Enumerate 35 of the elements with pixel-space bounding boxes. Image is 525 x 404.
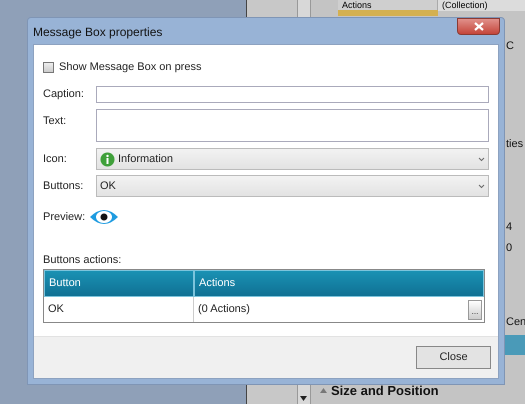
info-icon <box>100 152 115 166</box>
scroll-down-icon[interactable] <box>300 396 307 401</box>
property-value: 4 <box>506 220 512 235</box>
field-label: Buttons: <box>43 178 84 194</box>
checkbox[interactable] <box>43 62 54 72</box>
column-header: Button <box>44 270 194 297</box>
table-cell: OK <box>44 297 194 322</box>
ellipsis-button[interactable]: ... <box>468 300 482 320</box>
caption-field[interactable] <box>96 86 489 102</box>
chevron-down-icon <box>478 184 485 188</box>
table-cell-text: (0 Actions) <box>198 302 250 318</box>
property-value: C <box>506 39 514 54</box>
section-label: Buttons actions: <box>43 253 122 267</box>
section-header[interactable]: Size and Position <box>331 381 439 400</box>
property-value: (Collection) <box>438 0 525 11</box>
icon-dropdown[interactable]: Information <box>96 148 489 170</box>
buttons-dropdown[interactable]: OK <box>96 175 489 197</box>
field-label: Text: <box>43 114 68 129</box>
highlight-row <box>505 335 525 355</box>
field-label: Caption: <box>43 86 85 102</box>
close-button[interactable]: Close <box>416 346 491 369</box>
window-title: Message Box properties <box>33 24 162 41</box>
property-value: 0 <box>506 241 512 256</box>
property-value: ties <box>506 137 524 152</box>
property-name: Actions <box>338 0 438 11</box>
close-icon <box>474 22 484 31</box>
text-field[interactable] <box>96 109 489 142</box>
field-label: Preview: <box>43 210 86 225</box>
eye-icon[interactable] <box>89 208 120 226</box>
chevron-down-icon <box>478 156 485 162</box>
column-header: Actions <box>194 270 484 297</box>
collapse-icon[interactable] <box>320 388 327 394</box>
checkbox-label: Show Message Box on press <box>59 60 202 75</box>
field-label: Icon: <box>43 152 68 167</box>
close-button[interactable] <box>457 18 500 35</box>
